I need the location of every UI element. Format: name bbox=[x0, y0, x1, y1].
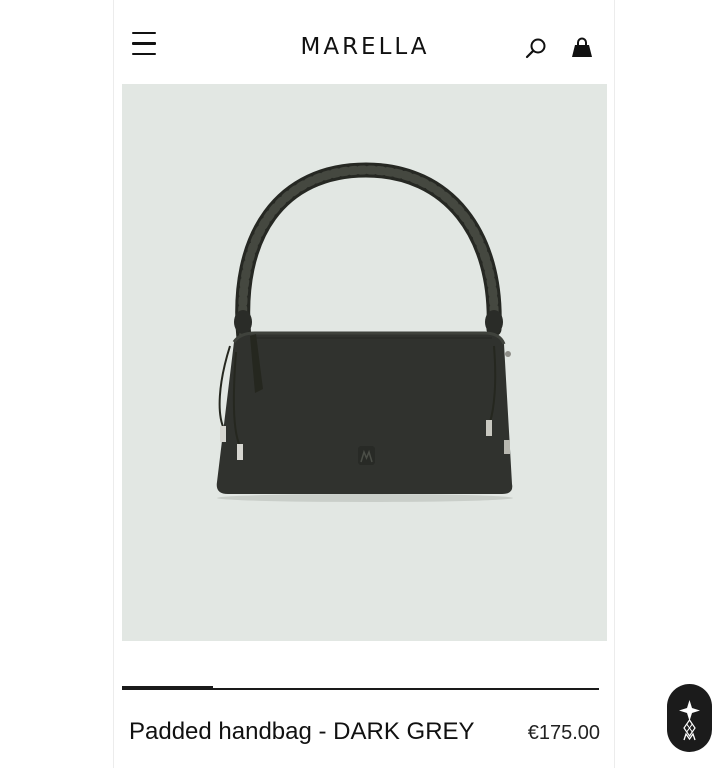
product-name: Padded handbag - DARK GREY bbox=[129, 718, 475, 745]
assistant-logo-icon bbox=[679, 700, 700, 741]
product-image[interactable] bbox=[122, 84, 607, 641]
assistant-chat-button[interactable] bbox=[667, 684, 712, 752]
site-header: MARELLA bbox=[114, 0, 616, 84]
mobile-page-frame: MARELLA Padded handbag - DARK GREY €175.… bbox=[113, 0, 615, 768]
search-icon[interactable] bbox=[524, 36, 548, 60]
shopping-bag-icon[interactable] bbox=[570, 36, 594, 60]
image-carousel-indicator bbox=[122, 686, 213, 690]
product-price: €175.00 bbox=[527, 722, 600, 744]
